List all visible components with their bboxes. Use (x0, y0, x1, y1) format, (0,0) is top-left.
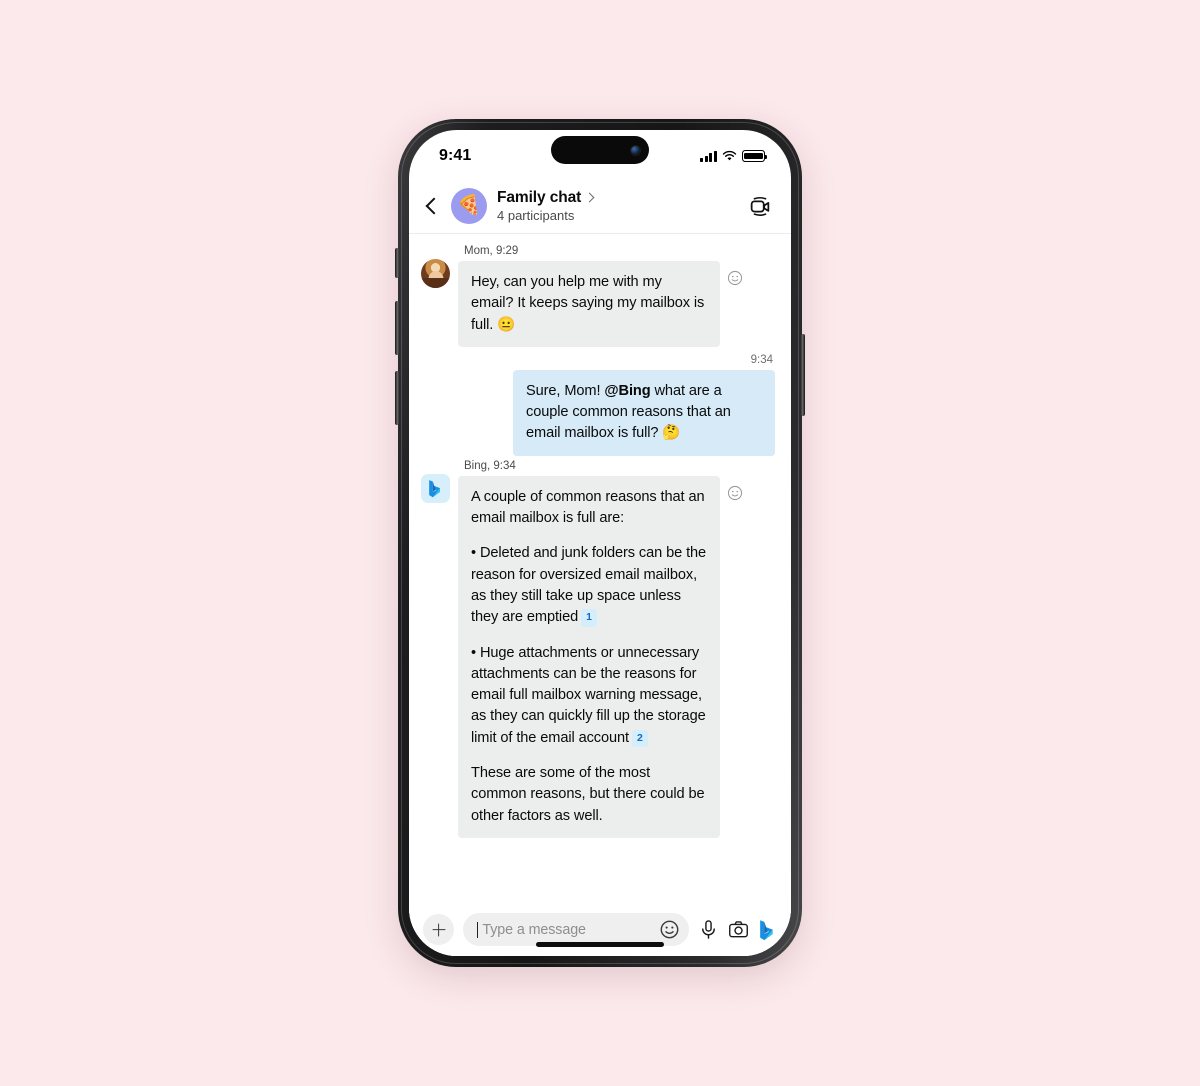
emoji-smiley-icon[interactable] (659, 919, 680, 940)
add-reaction-smiley-icon[interactable] (727, 485, 743, 501)
message-composer: Type a message (409, 901, 791, 956)
status-bar: 9:41 (409, 130, 791, 178)
bing-logo-icon[interactable] (758, 919, 777, 941)
back-chevron-icon[interactable] (423, 197, 441, 215)
chat-header: 🍕 Family chat 4 participants (409, 178, 791, 234)
participant-count: 4 participants (497, 207, 575, 223)
microphone-icon[interactable] (698, 919, 719, 940)
message-sender: Bing, 9:34 (464, 459, 516, 472)
text-cursor (477, 921, 479, 938)
video-camera-icon[interactable] (747, 193, 773, 219)
message-row-incoming: Mom, 9:29 Hey, can you help me with my e… (421, 245, 775, 347)
power-button[interactable] (801, 334, 805, 416)
home-indicator[interactable] (536, 942, 664, 947)
volume-down-button[interactable] (395, 371, 399, 425)
front-camera-lens-icon (631, 145, 640, 155)
phone-screen: 9:41 🍕 Family chat 4 participants Mom, 9… (409, 130, 791, 956)
group-avatar[interactable]: 🍕 (451, 187, 487, 224)
plus-icon[interactable] (423, 914, 454, 945)
camera-icon[interactable] (728, 919, 749, 940)
battery-full-icon (742, 150, 768, 162)
volume-up-button[interactable] (395, 301, 399, 355)
silent-switch-button[interactable] (395, 248, 399, 278)
message-text-part: Sure, Mom! (526, 382, 605, 399)
status-indicators (700, 146, 768, 162)
pizza-emoji-icon: 🍕 (457, 195, 481, 216)
message-bubble-bing[interactable]: A couple of common reasons that an email… (458, 475, 720, 838)
dynamic-island (551, 136, 649, 164)
bing-mention[interactable]: @Bing (604, 383, 650, 399)
bing-paragraph: A couple of common reasons that an email… (471, 488, 705, 527)
message-sender: Mom, 9:29 (464, 245, 519, 257)
phone-device-frame: 9:41 🍕 Family chat 4 participants Mom, 9… (395, 119, 805, 967)
mom-photo-avatar[interactable] (421, 259, 450, 288)
message-bubble[interactable]: Hey, can you help me with my email? It k… (458, 261, 720, 347)
cellular-bars-icon (700, 150, 717, 162)
message-row-bing: Bing, 9:34 A couple of common reasons th… (421, 460, 775, 838)
wifi-icon (722, 150, 737, 161)
chat-title: Family chat (497, 188, 582, 206)
outgoing-timestamp: 9:34 (750, 353, 773, 366)
bing-paragraph: • Deleted and junk folders can be the re… (471, 543, 707, 628)
bing-logo-icon (429, 479, 440, 498)
message-bubble-outgoing[interactable]: Sure, Mom! @Bing what are a couple commo… (513, 369, 775, 456)
message-input-placeholder: Type a message (482, 921, 586, 938)
bing-paragraph: • Huge attachments or unnecessary attach… (471, 643, 707, 749)
bing-bullet-text: • Huge attachments or unnecessary attach… (471, 644, 706, 746)
chevron-right-icon (584, 192, 595, 202)
add-reaction-smiley-icon[interactable] (727, 270, 743, 286)
status-clock: 9:41 (439, 147, 472, 164)
bing-logo-avatar[interactable] (421, 473, 450, 503)
citation-badge-1[interactable]: 1 (581, 609, 597, 627)
chat-title-block[interactable]: Family chat 4 participants (497, 189, 737, 223)
citation-badge-2[interactable]: 2 (632, 729, 648, 748)
message-row-outgoing: Sure, Mom! @Bing what are a couple commo… (421, 369, 775, 456)
bing-paragraph: These are some of the most common reason… (471, 765, 705, 824)
page-canvas: 9:41 🍕 Family chat 4 participants Mom, 9… (0, 0, 1200, 1086)
message-thread[interactable]: Mom, 9:29 Hey, can you help me with my e… (409, 234, 791, 956)
